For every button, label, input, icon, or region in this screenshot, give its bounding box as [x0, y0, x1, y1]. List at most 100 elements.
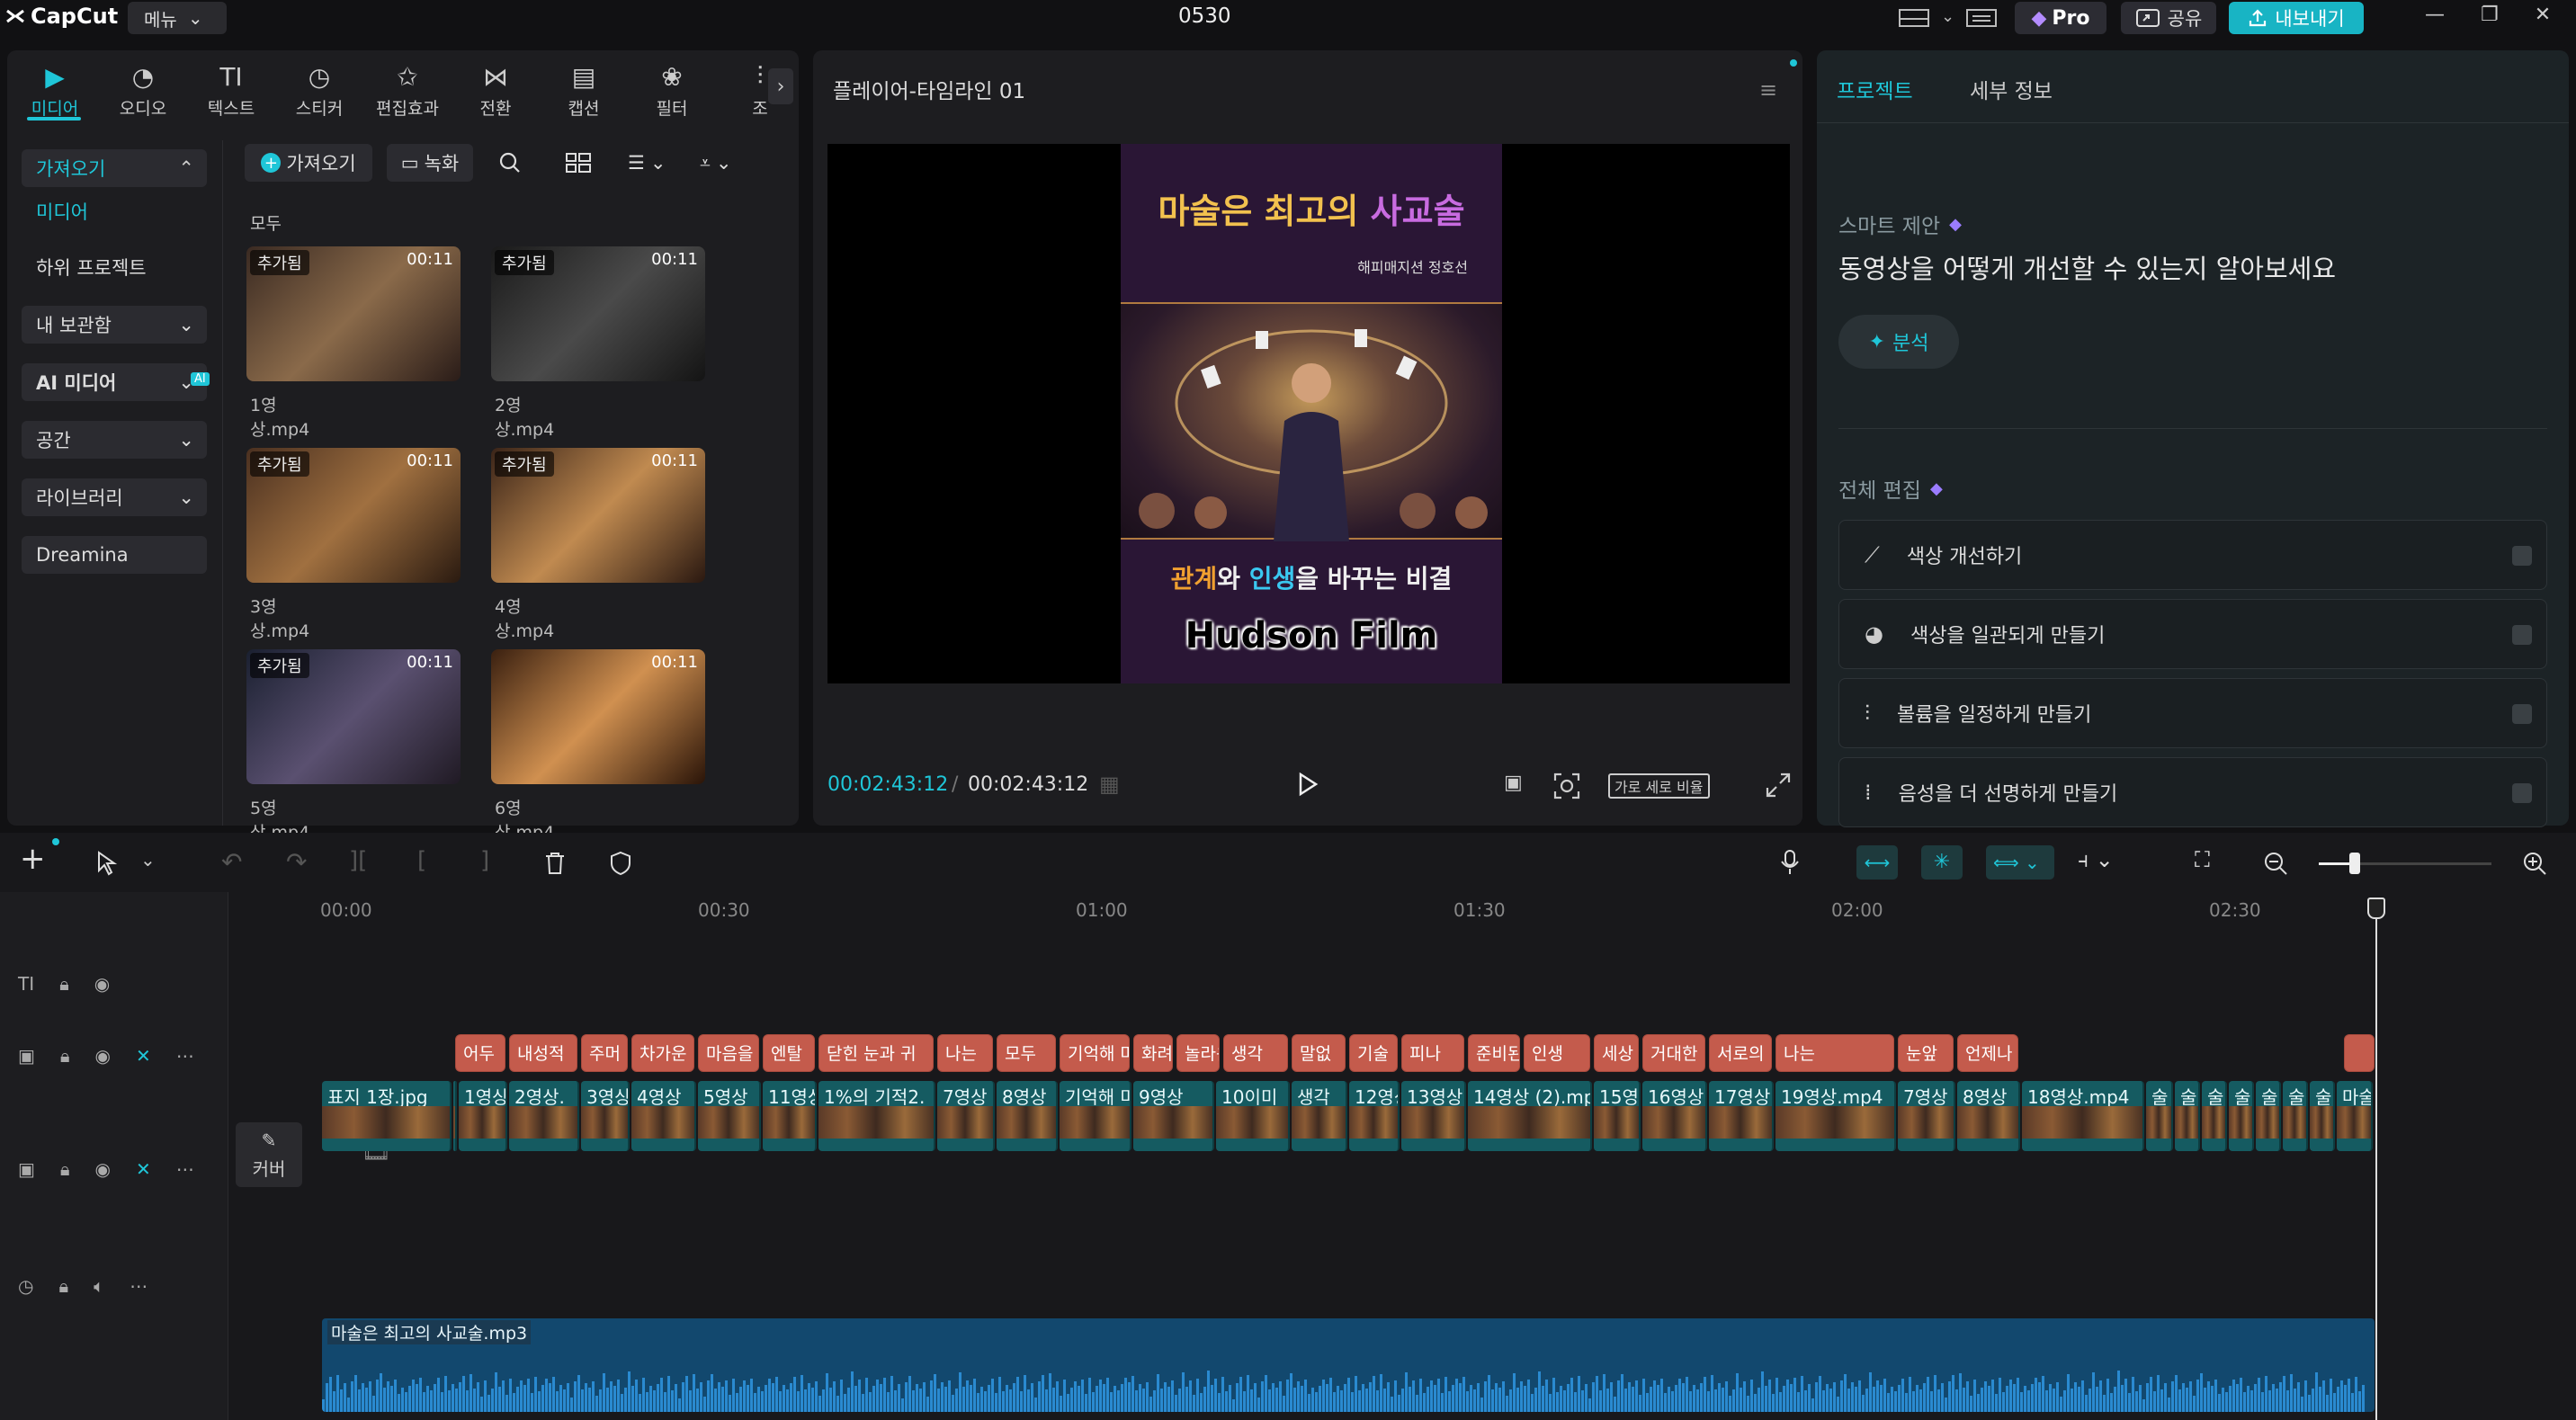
video-clip[interactable]: 11영상 [763, 1081, 817, 1151]
text-clip[interactable]: 세상 [1594, 1034, 1639, 1072]
shortcut-icon[interactable] [1965, 7, 1998, 29]
text-clip[interactable]: 인생 [1524, 1034, 1590, 1072]
shield-icon[interactable] [610, 851, 631, 876]
text-clip[interactable]: 서로의 마음 [1709, 1034, 1772, 1072]
play-icon[interactable] [1297, 772, 1319, 797]
video-clip[interactable]: 술 [2229, 1081, 2254, 1151]
trim-right-icon[interactable]: ] [480, 847, 489, 874]
zoom-in-icon[interactable] [2522, 851, 2547, 876]
zoom-fit-icon[interactable]: ⛶ [2195, 847, 2210, 872]
video-clip[interactable]: 1영상 [459, 1081, 507, 1151]
sidebar-my-storage[interactable]: 내 보관함 ⌄ [22, 306, 207, 344]
video-clip[interactable]: 술 [2202, 1081, 2227, 1151]
text-clip[interactable]: 준비된 [1468, 1034, 1520, 1072]
text-clip[interactable]: 어두 [455, 1034, 505, 1072]
video-clip[interactable]: 8영상 [997, 1081, 1058, 1151]
text-clip[interactable]: 마음을 [698, 1034, 759, 1072]
pro-button[interactable]: ◆ Pro [2015, 2, 2106, 34]
video-clip[interactable]: 술 [2256, 1081, 2281, 1151]
delete-icon[interactable] [543, 851, 567, 876]
share-button[interactable]: 공유 [2121, 2, 2216, 34]
sidebar-space[interactable]: 공간 ⌄ [22, 421, 207, 459]
text-clip[interactable]: 기억해 마술 [1060, 1034, 1130, 1072]
text-clip[interactable]: 화려 [1133, 1034, 1173, 1072]
more-icon[interactable]: ⋯ [176, 1045, 194, 1067]
text-clip[interactable]: 생각 [1223, 1034, 1288, 1072]
video-clip[interactable]: 표지 1장.jpg [322, 1081, 452, 1151]
sidebar-ai-media[interactable]: AI 미디어 ⌄ [22, 363, 207, 401]
chevron-down-icon[interactable]: ⌄ [140, 849, 156, 871]
video-clip[interactable]: 12영상 [1349, 1081, 1400, 1151]
text-clip[interactable]: 차가운 [631, 1034, 694, 1072]
mute-icon[interactable]: ✕ [136, 1045, 151, 1067]
split-icon[interactable]: ][ [349, 847, 367, 874]
tab-transition[interactable]: ⋈ 전환 [455, 61, 536, 120]
video-clip[interactable]: 술 [2283, 1081, 2308, 1151]
text-clip[interactable]: 내성적 [509, 1034, 577, 1072]
option-2[interactable]: ◕ 색상을 일관되게 만들기 [1838, 599, 2547, 669]
mute-icon[interactable]: ✕ [136, 1158, 151, 1180]
text-clip[interactable]: 주머 [581, 1034, 628, 1072]
quality-icon[interactable]: ▣ [1504, 772, 1523, 794]
layout-icon[interactable] [1898, 7, 1930, 29]
text-clip[interactable]: 놀라운 [1176, 1034, 1220, 1072]
trim-left-icon[interactable]: [ [417, 847, 426, 874]
aspect-ratio-button[interactable]: 가로 세로 비율 [1608, 773, 1710, 799]
text-clip[interactable]: 엔탈 [763, 1034, 815, 1072]
sidebar-item-sub-project[interactable]: 하위 프로젝트 [22, 248, 207, 286]
video-clip[interactable]: 16영상 [1642, 1081, 1707, 1151]
zoom-out-icon[interactable] [2263, 851, 2288, 876]
video-clip[interactable]: 10이미 [1216, 1081, 1290, 1151]
media-thumbnail[interactable]: 추가됨 00:11 [246, 649, 461, 784]
tab-caption[interactable]: ▤ 캡션 [543, 61, 624, 120]
sidebar-import[interactable]: 가져오기 ⌃ [22, 149, 207, 187]
sidebar-dreamina[interactable]: Dreamina [22, 536, 207, 574]
video-clip[interactable]: 5영상 [698, 1081, 761, 1151]
restore-icon[interactable]: ❐ [2481, 4, 2499, 26]
text-clip[interactable]: 말없 [1292, 1034, 1346, 1072]
select-cursor-icon[interactable] [95, 851, 119, 876]
text-clip[interactable]: 모두 [997, 1034, 1056, 1072]
video-clip[interactable]: 2영상. [509, 1081, 579, 1151]
more-icon[interactable]: ⋯ [176, 1158, 194, 1180]
video-clip[interactable]: 18영상.mp4 [2022, 1081, 2144, 1151]
record-button[interactable]: ▭ 녹화 [387, 144, 473, 182]
video-clip[interactable]: 4영상 [631, 1081, 696, 1151]
chevron-down-icon[interactable]: ⌄ [1941, 7, 1954, 29]
tab-sticker[interactable]: ◷ 스티커 [279, 61, 360, 120]
video-clip[interactable]: 13영상 [1401, 1081, 1466, 1151]
volume-icon[interactable]: 🔈︎ [94, 1275, 104, 1297]
expand-icon[interactable] [1765, 772, 1792, 799]
text-clip[interactable]: 피나 [1401, 1034, 1464, 1072]
video-clip[interactable]: 9영상 [1133, 1081, 1214, 1151]
more-icon[interactable]: ⋯ [130, 1275, 148, 1297]
preview-axis-icon[interactable]: ⫞ ⌄ [2078, 847, 2114, 872]
video-preview[interactable]: 마술은 최고의 사교술 해피매지션 정호선 관계와 인생을 바꾸는 비결 Hud… [827, 144, 1790, 683]
lock-icon[interactable]: 🔒︎ [60, 1045, 70, 1067]
fullscreen-focus-icon[interactable] [1552, 772, 1581, 800]
tab-filter[interactable]: ❀ 필터 [631, 61, 712, 120]
playhead-handle[interactable] [2367, 898, 2385, 919]
option-toggle[interactable] [2512, 546, 2532, 566]
sidebar-item-media[interactable]: 미디어 [22, 192, 207, 230]
text-clip[interactable]: 닫힌 눈과 귀 [818, 1034, 934, 1072]
tab-text[interactable]: TI 텍스트 [191, 61, 272, 120]
player-menu-icon[interactable]: ≡ [1759, 77, 1777, 103]
eye-icon[interactable]: ◉ [95, 1158, 111, 1180]
audio-clip[interactable]: 마술은 최고의 사교술.mp3 [322, 1318, 2375, 1412]
video-clip[interactable]: 기억해 마술 [1060, 1081, 1131, 1151]
eye-icon[interactable]: ◉ [95, 1045, 111, 1067]
tab-project[interactable]: 프로젝트 [1837, 74, 1913, 104]
playhead[interactable] [2375, 898, 2377, 1420]
video-clip[interactable]: 술 [2146, 1081, 2173, 1151]
option-toggle[interactable] [2512, 625, 2532, 645]
video-clip[interactable]: 7영상 [937, 1081, 995, 1151]
add-track-icon[interactable]: + [20, 844, 46, 874]
auto-snap-icon[interactable]: ✳ [1921, 845, 1963, 880]
import-button[interactable]: + 가져오기 [245, 144, 372, 182]
magnet-link-icon[interactable]: ⟷ [1856, 845, 1898, 880]
timeline-ruler[interactable]: 00:00 00:30 01:00 01:30 02:00 02:30 [320, 898, 2389, 924]
video-clip[interactable]: 1%의 기적2. [818, 1081, 935, 1151]
zoom-slider-handle[interactable] [2349, 853, 2360, 874]
tab-audio[interactable]: ◔ 오디오 [103, 61, 183, 120]
